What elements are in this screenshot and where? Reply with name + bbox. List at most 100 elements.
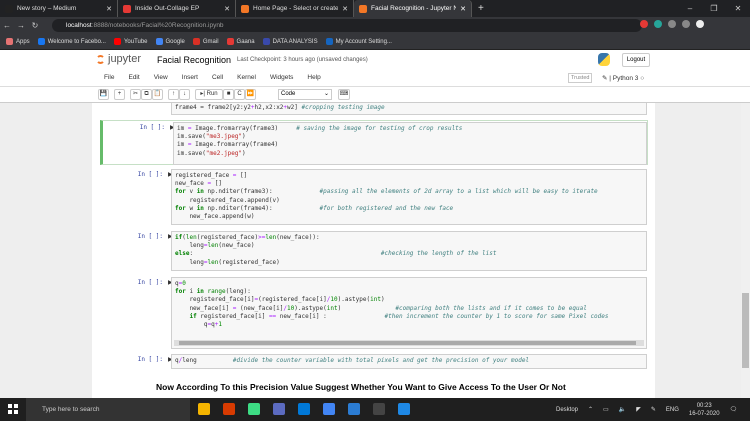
tab-favicon-icon xyxy=(359,4,367,13)
restart-icon[interactable]: C xyxy=(234,89,245,100)
add-cell-icon[interactable]: + xyxy=(114,89,125,100)
move-down-icon[interactable]: ↓ xyxy=(179,89,190,100)
code-cell[interactable]: In [ ]:▶q=0for i in range(leng): registe… xyxy=(100,275,648,349)
grammarly-icon[interactable] xyxy=(654,20,662,28)
taskbar-app-icon[interactable] xyxy=(348,403,360,415)
horizontal-scrollbar[interactable] xyxy=(174,340,644,346)
pen-icon[interactable]: ✎ xyxy=(651,406,656,413)
code-token: #for both registered and the new face xyxy=(319,204,454,212)
reload-icon[interactable]: ↻ xyxy=(28,21,42,30)
scrollbar-thumb[interactable] xyxy=(742,293,749,368)
trusted-badge[interactable]: Trusted xyxy=(568,73,593,83)
bookmark-item[interactable]: Google xyxy=(155,37,185,46)
network-icon[interactable]: ◤ xyxy=(636,406,641,413)
battery-icon[interactable]: ▭ xyxy=(603,406,609,413)
avatar[interactable] xyxy=(696,20,704,28)
taskbar-app-icon[interactable] xyxy=(223,403,235,415)
close-tab-icon[interactable]: ✕ xyxy=(106,5,112,13)
cut-icon[interactable]: ✂ xyxy=(130,89,141,100)
run-button[interactable]: ▸| Run xyxy=(195,89,223,100)
menu-cell[interactable]: Cell xyxy=(212,74,223,81)
forward-icon[interactable]: → xyxy=(14,21,28,30)
notebook-title[interactable]: Facial Recognition xyxy=(157,55,231,65)
browser-tab[interactable]: New story – Medium ✕ xyxy=(0,0,118,17)
clock[interactable]: 00:23 16-07-2020 xyxy=(689,402,720,418)
minimize-button[interactable]: – xyxy=(678,0,702,17)
url-input[interactable]: localhost:8888/notebooks/Facial%20Recogn… xyxy=(52,19,642,32)
menu-help[interactable]: Help xyxy=(307,74,320,81)
menu-insert[interactable]: Insert xyxy=(182,74,198,81)
vertical-scrollbar[interactable] xyxy=(741,103,750,398)
maximize-button[interactable]: ❐ xyxy=(702,0,726,17)
close-tab-icon[interactable]: ✕ xyxy=(224,5,230,13)
code-token: frame2[y2:y2 xyxy=(203,104,251,111)
save-icon[interactable]: 💾 xyxy=(98,89,109,100)
bookmark-item[interactable]: DATA ANALYSIS xyxy=(262,37,318,45)
code-token: if xyxy=(189,312,197,320)
media-icon[interactable] xyxy=(682,20,690,28)
move-up-icon[interactable]: ↑ xyxy=(168,89,179,100)
bookmark-item[interactable]: Gaana xyxy=(226,37,255,45)
cell-input[interactable]: registered_face = [] new_face = [] for v i… xyxy=(171,169,647,225)
taskbar-app-icon[interactable] xyxy=(323,403,335,415)
taskbar-app-icon[interactable] xyxy=(373,403,385,415)
menu-kernel[interactable]: Kernel xyxy=(237,74,256,81)
menu-view[interactable]: View xyxy=(154,74,168,81)
scrollbar-thumb[interactable] xyxy=(179,341,636,345)
code-cell[interactable]: In [ ]:▶q/leng #divide the counter varia… xyxy=(100,352,648,369)
logout-button[interactable]: Logout xyxy=(622,53,650,67)
cell-input[interactable]: q=0 for i in range(leng): registered_face… xyxy=(171,277,647,349)
notifications-icon[interactable]: 🗨 xyxy=(730,406,738,413)
taskbar-search[interactable]: Type here to search xyxy=(26,398,190,421)
bookmark-item[interactable]: YouTube xyxy=(113,37,148,45)
menu-file[interactable]: File xyxy=(104,74,114,81)
code-cell[interactable]: In [ ]:▶if(len(registered_face)>=len(new… xyxy=(100,229,648,271)
close-tab-icon[interactable]: ✕ xyxy=(460,5,466,13)
taskbar-app-icon[interactable] xyxy=(248,403,260,415)
extension-icon[interactable] xyxy=(640,20,648,28)
taskbar-app-icon[interactable] xyxy=(273,403,285,415)
desktop-toolbar[interactable]: Desktop xyxy=(556,407,578,413)
code-token: 0 xyxy=(182,280,186,287)
bookmark-icon xyxy=(113,37,121,45)
bookmark-label: Google xyxy=(165,39,185,46)
paste-icon[interactable]: 📋 xyxy=(152,89,163,100)
code-token: ).astype( xyxy=(337,296,371,304)
cell-type-select[interactable]: Code ⌄ xyxy=(278,89,332,100)
taskbar-app-icon[interactable] xyxy=(398,403,410,415)
back-icon[interactable]: ← xyxy=(0,21,14,30)
cell-input[interactable]: frame4 = frame2[y2:y2+h2,x2:x2+w2] #crop… xyxy=(171,103,647,115)
volume-icon[interactable]: 🔈 xyxy=(619,406,626,413)
cell-input[interactable]: im = Image.fromarray(frame3) # saving th… xyxy=(173,122,647,165)
bookmark-item[interactable]: Apps xyxy=(6,37,30,45)
copy-icon[interactable]: ⧉ xyxy=(141,89,152,100)
bookmark-item[interactable]: Gmail xyxy=(192,37,219,45)
chevron-up-icon[interactable]: ⌃ xyxy=(588,406,593,413)
cell-input[interactable]: if(len(registered_face)>=len(new_face)):… xyxy=(171,231,647,271)
close-tab-icon[interactable]: ✕ xyxy=(342,5,348,13)
menu-widgets[interactable]: Widgets xyxy=(270,74,293,81)
interrupt-icon[interactable]: ■ xyxy=(223,89,234,100)
puzzle-icon[interactable] xyxy=(668,20,676,28)
new-tab-button[interactable]: + xyxy=(472,0,490,17)
code-cell[interactable]: In [ ]:▶registered_face = []new_face = [… xyxy=(100,167,648,225)
browser-tab[interactable]: Home Page - Select or create a n✕ xyxy=(236,0,354,17)
keyboard-icon[interactable]: ⌨ xyxy=(338,89,350,100)
close-window-button[interactable]: ✕ xyxy=(726,0,750,17)
browser-tab[interactable]: Inside Out-Collage EP ✕ xyxy=(118,0,236,17)
taskbar-app-icon[interactable] xyxy=(298,403,310,415)
bookmark-item[interactable]: Welcome to Facebo... xyxy=(37,37,106,45)
bookmark-item[interactable]: My Account Setting... xyxy=(325,37,392,45)
windows-start-icon[interactable] xyxy=(8,404,18,414)
code-line: else: #checking the length of the list xyxy=(175,250,643,258)
jupyter-logo[interactable]: jupyter xyxy=(96,53,141,65)
code-cell[interactable]: In [ ]:▶im = Image.fromarray(frame3) # s… xyxy=(100,120,648,165)
code-token: new_face.append(w) xyxy=(175,213,255,221)
language-indicator[interactable]: ENG xyxy=(666,407,679,413)
cell-input[interactable]: q/leng #divide the counter variable with… xyxy=(171,354,647,369)
menu-edit[interactable]: Edit xyxy=(128,74,139,81)
code-cell[interactable]: frame4 = frame2[y2:y2+h2,x2:x2+w2] #crop… xyxy=(100,103,648,115)
taskbar-app-icon[interactable] xyxy=(198,403,210,415)
restart-run-all-icon[interactable]: ⏩ xyxy=(245,89,256,100)
browser-tab[interactable]: Facial Recognition - Jupyter Note✕ xyxy=(354,0,472,17)
